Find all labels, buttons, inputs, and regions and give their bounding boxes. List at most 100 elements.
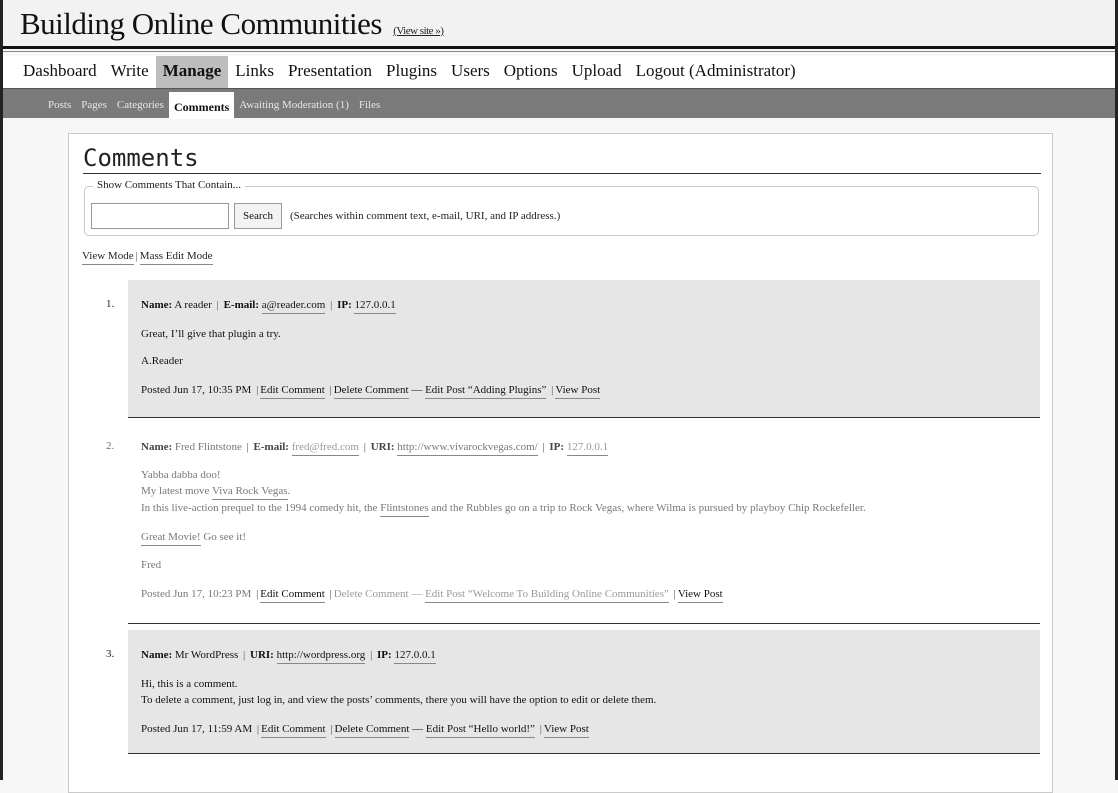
separator: | (243, 649, 246, 661)
site-header: Building Online Communities (View site »… (3, 0, 1115, 46)
nav-manage[interactable]: Manage (155, 56, 229, 88)
nav-logout[interactable]: Logout (Administrator) (629, 56, 803, 88)
subnav-files[interactable]: Files (354, 89, 385, 119)
comment-number: 2. (106, 440, 115, 452)
comment-ip-link[interactable]: 127.0.0.1 (566, 441, 609, 456)
separator: | (330, 723, 333, 735)
dash-separator: — (412, 723, 424, 735)
site-title-text: Building Online Communities (20, 6, 382, 41)
uri-label: URI: (370, 441, 395, 453)
nav-links[interactable]: Links (228, 56, 281, 88)
nav-options[interactable]: Options (497, 56, 565, 88)
separator: | (256, 384, 259, 396)
ip-label: IP: (377, 649, 392, 661)
separator: | (329, 588, 332, 600)
content-panel: Comments Show Comments That Contain... S… (68, 133, 1053, 793)
email-label: E-mail: (223, 299, 260, 311)
header-divider-thin (3, 51, 1115, 52)
view-post-link[interactable]: View Post (543, 723, 589, 738)
comment-signature: A.Reader (141, 355, 183, 367)
subnav-awaiting-moderation[interactable]: Awaiting Moderation (1) (234, 89, 354, 119)
viva-rock-vegas-link[interactable]: Viva Rock Vegas (211, 485, 288, 500)
separator: | (551, 384, 554, 396)
view-post-link[interactable]: View Post (677, 588, 723, 603)
delete-comment-link[interactable]: Delete Comment (334, 588, 409, 600)
delete-comment-link[interactable]: Delete Comment (333, 384, 409, 399)
edit-comment-link[interactable]: Edit Comment (260, 384, 325, 399)
comment-posted-date: Posted Jun 17, 10:35 PM (141, 384, 252, 396)
separator: | (256, 588, 259, 600)
sub-nav: Posts Pages Categories Comments Awaiting… (3, 88, 1115, 119)
nav-plugins[interactable]: Plugins (379, 56, 444, 88)
edit-post-link[interactable]: Edit Post “Adding Plugins” (425, 384, 547, 399)
comment-number: 1. (106, 298, 115, 310)
comment-meta: Name: A reader | E-mail: a@reader.com | … (141, 299, 396, 314)
comment-text-part: In this live-action prequel to the 1994 … (141, 502, 381, 514)
subnav-posts[interactable]: Posts (43, 89, 76, 119)
view-mode-link[interactable]: View Mode (82, 250, 134, 265)
view-site-link[interactable]: (View site ») (393, 25, 444, 37)
comment-ip-link[interactable]: 127.0.0.1 (354, 299, 396, 314)
edit-post-link[interactable]: Edit Post “Hello world!” (425, 723, 535, 738)
separator: | (673, 588, 676, 600)
subnav-pages[interactable]: Pages (76, 89, 112, 119)
comment-text: Great, I’ll give that plugin a try. (141, 328, 281, 340)
separator: | (246, 441, 249, 453)
comment-email-link[interactable]: fred@fred.com (291, 441, 359, 456)
comment-text: In this live-action prequel to the 1994 … (141, 502, 866, 517)
subnav-comments[interactable]: Comments (168, 92, 235, 119)
name-label: Name: (141, 441, 173, 453)
mass-edit-mode-link[interactable]: Mass Edit Mode (139, 250, 213, 265)
comment-uri-link[interactable]: http://www.vivarockvegas.com/ (397, 441, 538, 456)
comment-meta: Name: Fred Flintstone | E-mail: fred@fre… (141, 441, 609, 456)
comment-item: 3. Name: Mr WordPress | URI: http://word… (106, 630, 1040, 754)
uri-label: URI: (250, 649, 274, 661)
comment-text: Great Movie! Go see it! (141, 531, 246, 546)
separator: | (216, 299, 219, 311)
subnav-categories[interactable]: Categories (112, 89, 169, 119)
comment-ip-link[interactable]: 127.0.0.1 (394, 649, 436, 664)
search-input[interactable] (91, 203, 229, 229)
edit-comment-link[interactable]: Edit Comment (260, 588, 325, 603)
site-title: Building Online Communities (View site »… (20, 6, 444, 42)
header-divider (3, 46, 1115, 49)
edit-comment-link[interactable]: Edit Comment (261, 723, 326, 738)
separator: | (370, 649, 373, 661)
comment-number: 3. (106, 648, 115, 660)
email-label: E-mail: (253, 441, 289, 453)
comment-posted-date: Posted Jun 17, 10:23 PM (141, 588, 252, 600)
search-hint: (Searches within comment text, e-mail, U… (290, 210, 561, 222)
comment-author: A reader (174, 299, 212, 311)
comment-signature: Fred (141, 559, 162, 571)
separator: | (135, 250, 138, 262)
comment-text: To delete a comment, just log in, and vi… (141, 694, 657, 706)
name-label: Name: (141, 299, 173, 311)
main-nav: Dashboard Write Manage Links Presentatio… (3, 56, 1115, 88)
nav-dashboard[interactable]: Dashboard (16, 56, 104, 88)
name-label: Name: (141, 649, 173, 661)
nav-upload[interactable]: Upload (565, 56, 629, 88)
comment-uri-link[interactable]: http://wordpress.org (276, 649, 366, 664)
search-fieldset: Show Comments That Contain... Search (Se… (84, 179, 1039, 236)
search-legend: Show Comments That Contain... (93, 179, 246, 191)
view-post-link[interactable]: View Post (555, 384, 601, 399)
dash-separator: — (411, 384, 423, 396)
delete-comment-link[interactable]: Delete Comment (334, 723, 410, 738)
edit-post-link[interactable]: Edit Post “Welcome To Building Online Co… (425, 588, 669, 603)
separator: | (256, 723, 260, 735)
comment-item: 1. Name: A reader | E-mail: a@reader.com… (106, 280, 1040, 418)
comment-email-link[interactable]: a@reader.com (261, 299, 326, 314)
flintstones-link[interactable]: Flintstones (380, 502, 429, 517)
comment-meta: Name: Mr WordPress | URI: http://wordpre… (141, 649, 436, 664)
comment-author: Mr WordPress (174, 649, 239, 661)
search-button[interactable]: Search (234, 203, 282, 229)
comment-posted-date: Posted Jun 17, 11:59 AM (141, 723, 253, 735)
nav-write[interactable]: Write (104, 56, 156, 88)
nav-users[interactable]: Users (444, 56, 497, 88)
comment-text: Yabba dabba doo! (141, 469, 221, 481)
comment-item: 2. Name: Fred Flintstone | E-mail: fred@… (106, 422, 1040, 624)
nav-presentation[interactable]: Presentation (281, 56, 379, 88)
ip-label: IP: (337, 299, 352, 311)
great-movie-link[interactable]: Great Movie! (141, 531, 201, 546)
view-mode-switch: View Mode | Mass Edit Mode (82, 250, 213, 265)
